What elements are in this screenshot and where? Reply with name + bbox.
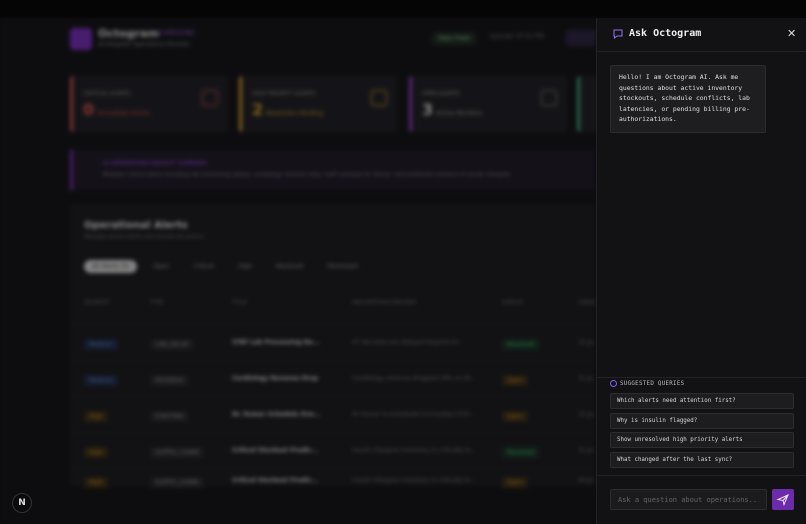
send-icon	[776, 494, 789, 507]
chat-icon	[613, 29, 623, 39]
last-sync-text: Synced: 07:31 PM	[490, 33, 544, 40]
created-date: 31 Ja	[578, 411, 593, 418]
created-date: 31 Ja	[578, 339, 593, 346]
close-icon[interactable]: ✕	[787, 27, 796, 40]
suggested-query-button[interactable]: Show unresolved high priority alerts	[610, 432, 794, 448]
send-button[interactable]	[772, 489, 794, 510]
panel-title: Operational Alerts	[84, 220, 188, 231]
type-badge: STAFFING	[150, 411, 189, 422]
status-badge: Open	[502, 477, 529, 488]
app-badge: CARESYNC	[158, 29, 196, 37]
list-icon	[541, 90, 557, 106]
alert-title: Dr. Kumar Schedule Ove...	[232, 411, 321, 418]
alert-title: STAT Lab Processing De...	[232, 339, 320, 346]
ai-insight-banner: AI OPERATIONS INSIGHT SUMMARY Multiple c…	[70, 150, 595, 190]
tab-high[interactable]: High	[230, 260, 260, 273]
alert-title: Critical Stockout Predic...	[232, 477, 319, 484]
alert-title: Critical Stockout Predic...	[232, 447, 319, 454]
suggested-query-button[interactable]: What changed after the last sync?	[610, 452, 794, 468]
table-row[interactable]: High STAFFING Dr. Kumar Schedule Ove... …	[70, 396, 595, 432]
card-fourth	[577, 76, 597, 132]
alert-icon	[202, 90, 218, 106]
tab-dismissed[interactable]: Dismissed	[319, 260, 366, 273]
column-header: TYPE	[150, 300, 164, 306]
created-date: 30 Ja	[578, 477, 593, 484]
column-header: CREAT	[578, 300, 596, 306]
divider	[597, 377, 806, 378]
suggested-query-button[interactable]: Why is insulin flagged?	[610, 413, 794, 429]
suggested-queries-label: SUGGESTED QUERIES	[610, 380, 684, 387]
alert-description: Cardiology revenue dropped 18% vs 30...	[352, 375, 477, 382]
ask-octogram-sidebar: Ask Octogram ✕ Hello! I am Octogram AI. …	[596, 18, 806, 524]
tab-resolved[interactable]: Resolved	[268, 260, 311, 273]
created-date: 31 Ja	[578, 447, 593, 454]
alert-description: Insulin Glargine inventory is critically…	[352, 447, 477, 454]
sidebar-header: Ask Octogram ✕	[597, 18, 806, 52]
severity-badge: High	[84, 477, 108, 488]
ask-question-input[interactable]	[610, 489, 767, 510]
card-count: 3	[422, 100, 434, 119]
type-badge: SUPPLY_CHAIN	[150, 477, 204, 488]
table-row[interactable]: Medium REVENUE Cardiology Revenue Drop C…	[70, 360, 595, 396]
alert-tabs: All Alerts (5) Open Critical High Resolv…	[84, 260, 366, 273]
alert-description: 47 lab tests are delayed beyond 2h...	[352, 339, 465, 346]
alert-description: Insulin Glargine inventory is critically…	[352, 477, 477, 484]
n-logo-button[interactable]: N	[12, 493, 32, 513]
tab-critical[interactable]: Critical	[185, 260, 222, 273]
type-badge: SUPPLY_CHAIN	[150, 447, 204, 458]
assistant-greeting-message: Hello! I am Octogram AI. Ask me question…	[610, 65, 766, 133]
panel-subtitle: Manage active alerts and resolve AI acti…	[84, 234, 205, 240]
sparkle-icon	[610, 380, 617, 387]
severity-badge: Medium	[84, 375, 118, 386]
app-logo-icon	[70, 28, 92, 50]
table-row[interactable]: High SUPPLY_CHAIN Critical Stockout Pred…	[70, 432, 595, 468]
sidebar-title: Ask Octogram	[629, 28, 702, 39]
alert-description: Dr Kumar is scheduled 14 hrs/day 07/0...	[352, 411, 475, 418]
card-text: Active Monitors	[436, 110, 483, 117]
tab-open[interactable]: Open	[145, 260, 177, 273]
status-badge: Open	[502, 375, 529, 386]
table-row[interactable]: Medium LAB_DELAY STAT Lab Processing De.…	[70, 324, 595, 360]
column-header: DESCRIPTION PREVIEW	[352, 300, 416, 306]
status-badge: Resolved	[502, 339, 540, 350]
card-critical-alerts: CRITICAL ALERTS 0 Immediate Action	[70, 76, 228, 132]
severity-badge: High	[84, 411, 108, 422]
table-row[interactable]: High SUPPLY_CHAIN Critical Stockout Pred…	[70, 468, 595, 488]
card-count: 0	[83, 100, 95, 119]
card-high-priority: HIGH PRIORITY ALERTS 2 Resolution Pendin…	[239, 76, 397, 132]
app-name: Octogram	[98, 27, 159, 40]
suggested-queries-text: SUGGESTED QUERIES	[620, 380, 685, 387]
column-header: STATUS	[502, 300, 523, 306]
type-badge: REVENUE	[150, 375, 189, 386]
column-header: SEVERITY	[84, 300, 111, 306]
banner-title: AI OPERATIONS INSIGHT SUMMARY	[103, 160, 208, 167]
card-count: 2	[252, 100, 264, 119]
divider	[597, 475, 806, 476]
card-label: OPEN ALERTS	[422, 91, 460, 97]
card-label: HIGH PRIORITY ALERTS	[252, 91, 316, 97]
alert-title: Cardiology Revenue Drop	[232, 375, 319, 382]
warning-icon	[371, 90, 387, 106]
top-bar	[0, 0, 806, 18]
severity-badge: High	[84, 447, 108, 458]
operational-alerts-panel: Operational Alerts Manage active alerts …	[70, 204, 596, 488]
status-badge: Open	[502, 411, 529, 422]
card-text: Immediate Action	[97, 110, 151, 117]
app-subtitle: AI Hospital Operations Monitor	[98, 41, 190, 48]
suggested-query-button[interactable]: Which alerts need attention first?	[610, 393, 794, 409]
column-header: TITLE	[232, 300, 247, 306]
card-open-alerts: OPEN ALERTS 3 Active Monitors	[409, 76, 567, 132]
header-action-button[interactable]	[566, 30, 596, 46]
created-date: 31 Ja	[578, 375, 593, 382]
banner-text: Multiple critical alerts including lab p…	[103, 172, 512, 178]
card-text: Resolution Pending	[266, 110, 324, 117]
card-label: CRITICAL ALERTS	[83, 91, 131, 97]
tab-all[interactable]: All Alerts (5)	[84, 260, 138, 273]
type-badge: LAB_DELAY	[150, 339, 194, 350]
data-fresh-badge: Data Fresh	[432, 32, 477, 45]
status-badge: Resolved	[502, 447, 540, 458]
severity-badge: Medium	[84, 339, 118, 350]
